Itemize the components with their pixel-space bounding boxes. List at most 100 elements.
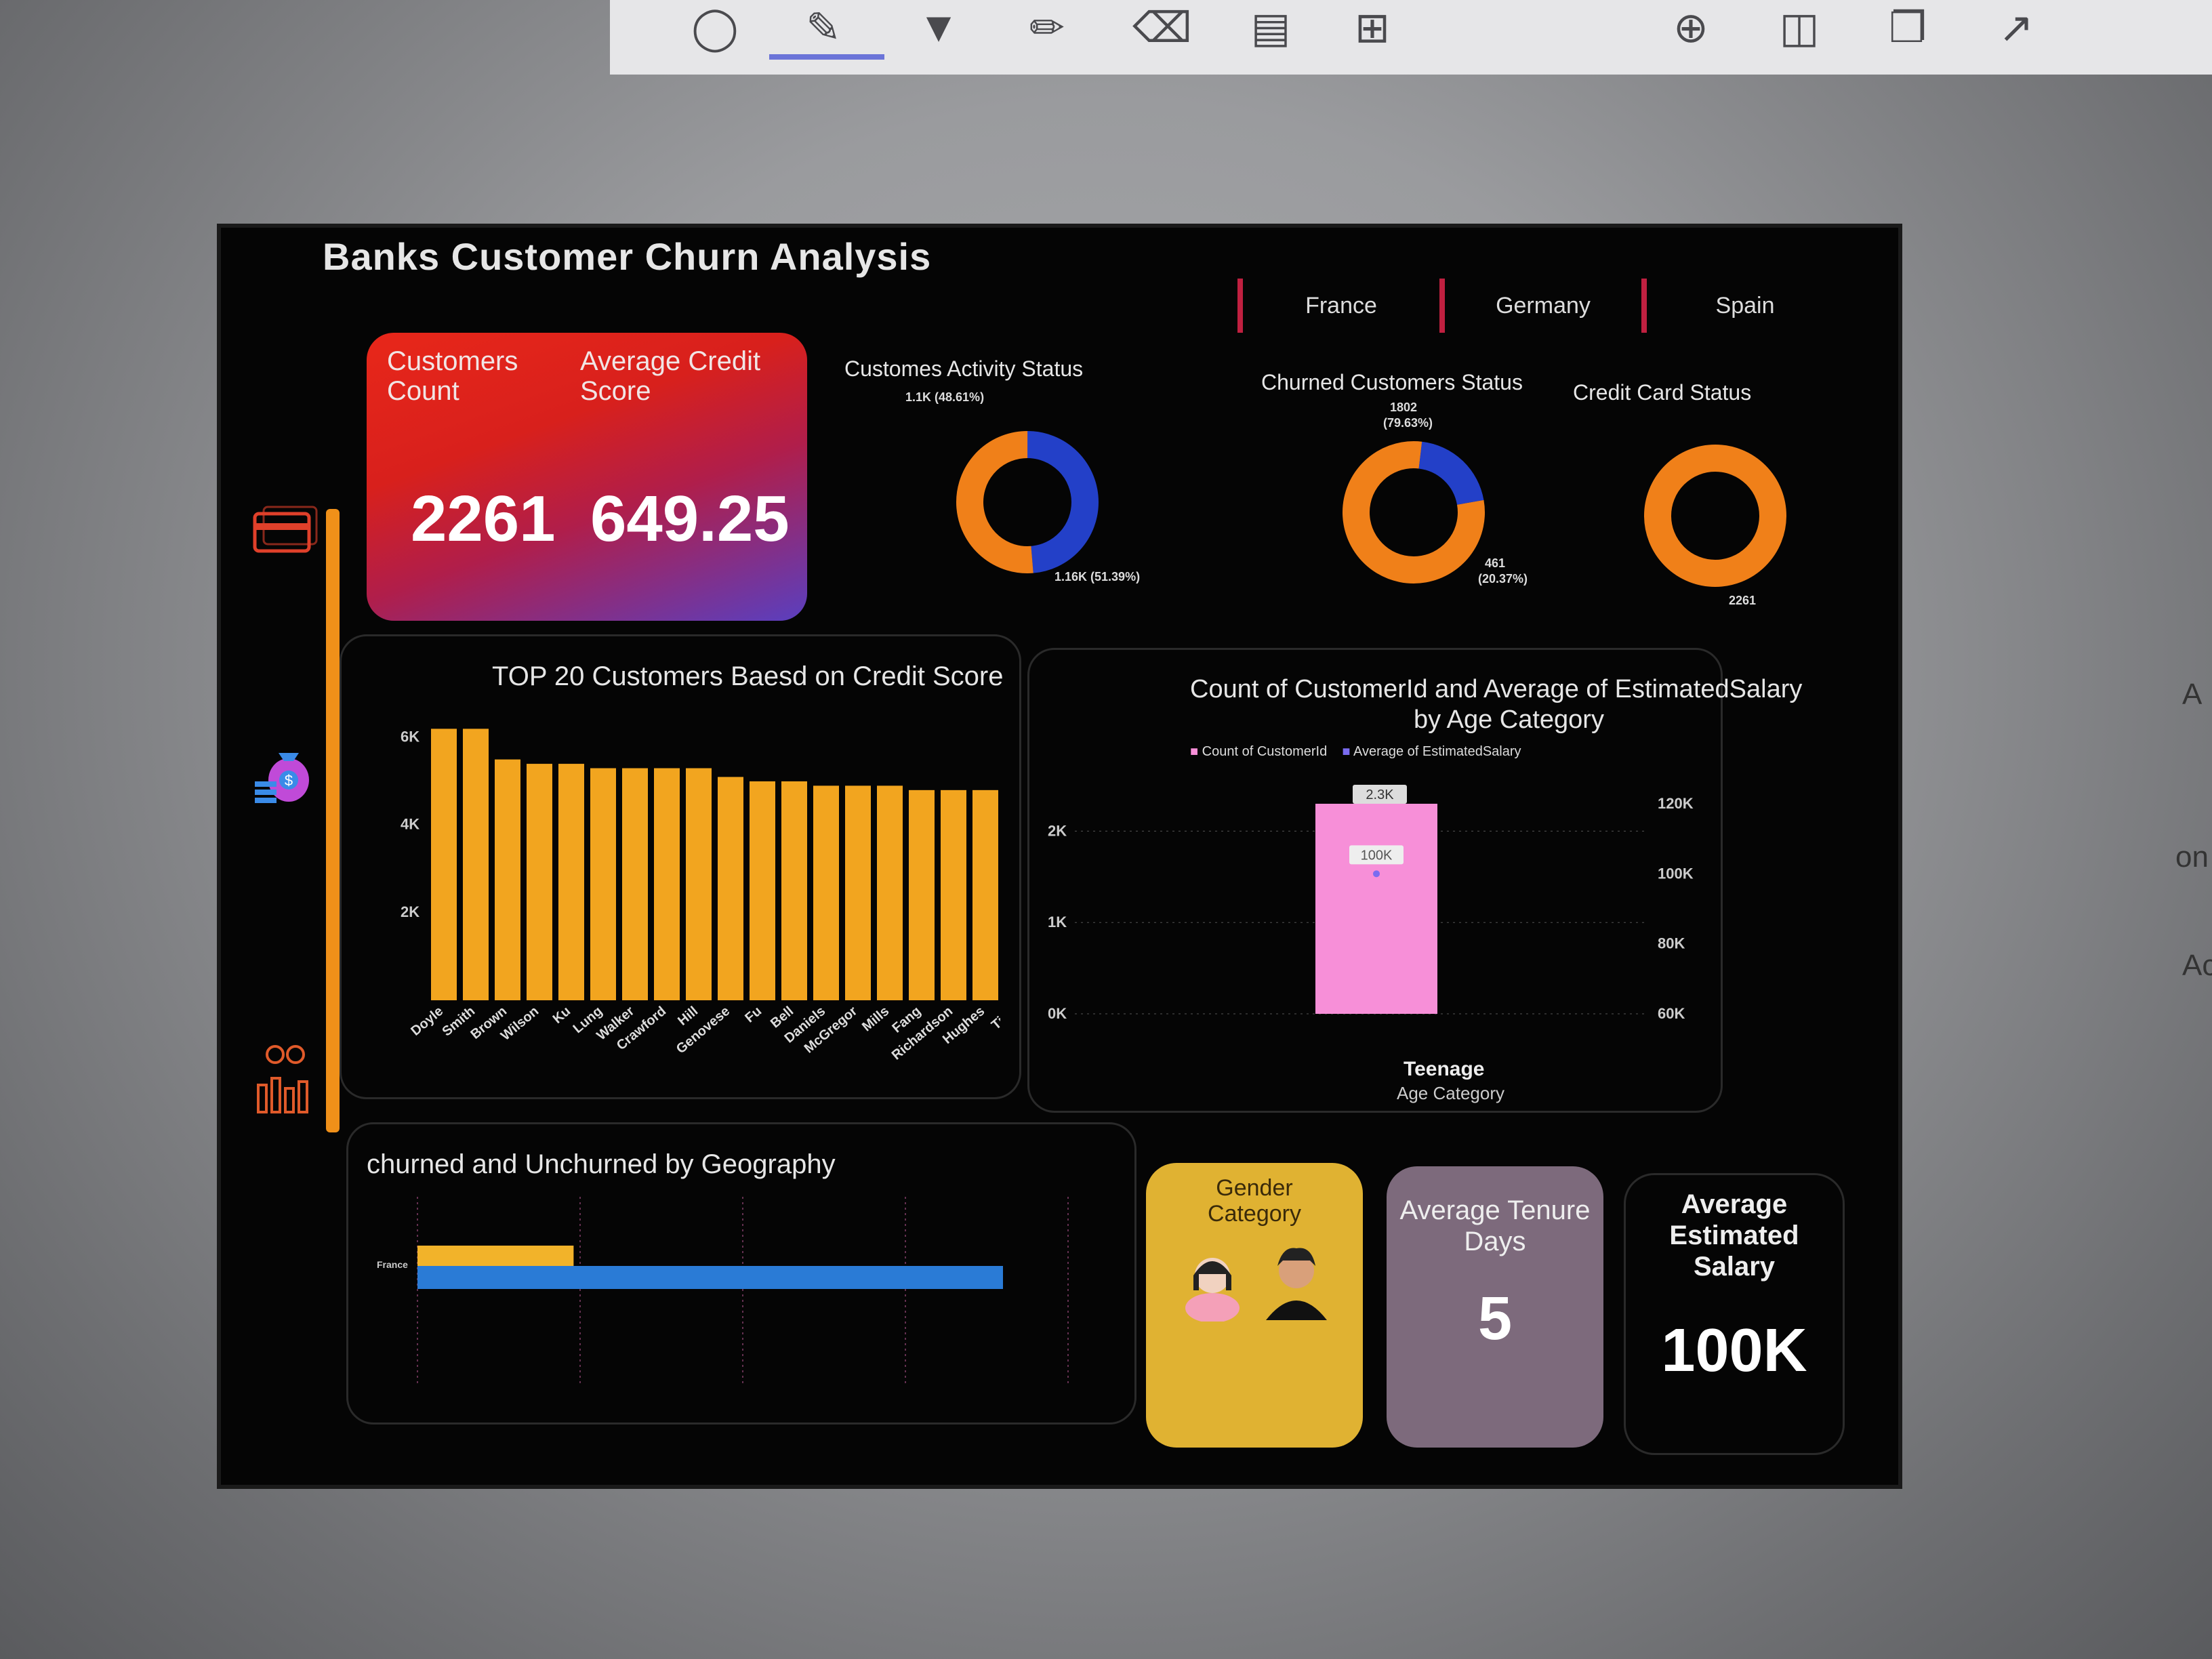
side-page-text-1: A bbox=[2182, 678, 2203, 711]
customers-count-value: 2261 bbox=[411, 483, 556, 555]
viewer-toolbar: ◯ ✎ ▼ ✏ ⌫ ▤ ⊞ ⊕ ◫ ❐ ↗ bbox=[610, 0, 2212, 75]
activity-donut[interactable] bbox=[946, 421, 1109, 583]
age-left-tick: 2K bbox=[1048, 822, 1067, 839]
legend-count-marker: ■ bbox=[1190, 744, 1199, 759]
top20-category-label: Fu bbox=[742, 1004, 764, 1026]
highlighter-icon[interactable]: ✏ bbox=[1017, 0, 1078, 54]
customers-count-label: Customers Count bbox=[387, 346, 518, 406]
top20-bar bbox=[654, 768, 680, 1000]
credit-card-icon[interactable] bbox=[248, 495, 323, 570]
top20-bar bbox=[590, 768, 616, 1000]
copy-icon[interactable]: ❐ bbox=[1877, 0, 1938, 54]
churned-bottom-label-2: (20.37%) bbox=[1478, 572, 1528, 586]
geo-title: churned and Unchurned by Geography bbox=[367, 1149, 836, 1179]
age-chart[interactable]: 0K 1K 2K 60K 80K 100K 120K 2.3K 100K bbox=[1034, 770, 1712, 1054]
geo-bar-churned bbox=[417, 1246, 574, 1266]
top20-bar bbox=[686, 768, 712, 1000]
top20-ytick-label: 4K bbox=[401, 816, 419, 833]
age-legend: ■ Count of CustomerId ■ Average of Estim… bbox=[1190, 744, 1521, 760]
sidebar-accent-bar bbox=[326, 509, 340, 1132]
active-tool-indicator bbox=[769, 54, 884, 60]
age-avg-point bbox=[1373, 870, 1380, 878]
activity-top-label: 1.1K (48.61%) bbox=[905, 390, 985, 404]
top20-chart[interactable]: DoyleSmithBrownWilson KuLungWalkerCrawfor… bbox=[350, 695, 1000, 1075]
analytics-people-icon[interactable] bbox=[248, 1041, 323, 1115]
top20-bar bbox=[972, 790, 998, 1000]
credit-card-donut[interactable] bbox=[1634, 434, 1797, 597]
geo-bar-unchurned bbox=[417, 1266, 1003, 1289]
marker-icon[interactable]: ▼ bbox=[908, 0, 969, 54]
lasso-icon[interactable]: ◯ bbox=[684, 0, 745, 54]
money-bag-icon[interactable]: $ bbox=[248, 733, 323, 807]
age-count-bar bbox=[1315, 804, 1437, 1014]
top20-bar bbox=[622, 768, 648, 1000]
eraser-icon[interactable]: ⌫ bbox=[1132, 0, 1193, 54]
top20-bar bbox=[495, 759, 520, 1000]
top20-bar bbox=[718, 777, 743, 1000]
gender-tile[interactable]: Gender Category bbox=[1146, 1163, 1363, 1448]
churned-top-label-1: 1802 bbox=[1390, 401, 1418, 414]
svg-text:$: $ bbox=[285, 772, 293, 789]
tenure-tile[interactable]: Average Tenure Days 5 bbox=[1387, 1166, 1603, 1448]
slicer-france[interactable]: France bbox=[1237, 279, 1439, 333]
kpi-card: Customers Count Average Credit Score 226… bbox=[367, 333, 807, 621]
churned-title: Churned Customers Status bbox=[1261, 370, 1523, 394]
top20-bar bbox=[877, 785, 903, 1000]
top20-category-label: Doyle bbox=[408, 1004, 446, 1039]
top20-ytick-label: 2K bbox=[401, 903, 419, 920]
gender-title-line2: Category bbox=[1208, 1201, 1301, 1227]
slicer-spain[interactable]: Spain bbox=[1641, 279, 1843, 333]
top20-bar bbox=[750, 781, 775, 1000]
age-right-tick: 60K bbox=[1658, 1005, 1685, 1022]
top20-bar bbox=[558, 764, 584, 1000]
share-icon[interactable]: ↗ bbox=[1986, 0, 2047, 54]
salary-tile[interactable]: Average Estimated Salary 100K bbox=[1624, 1173, 1845, 1455]
legend-avg-marker: ■ bbox=[1342, 744, 1351, 759]
credit-card-value-label: 2261 bbox=[1729, 594, 1757, 607]
side-page-text-2: on bbox=[2175, 840, 2209, 874]
legend-avg-label: Average of EstimatedSalary bbox=[1353, 744, 1521, 759]
salary-title-line1: Average bbox=[1681, 1189, 1788, 1219]
top20-category-label: Ku bbox=[550, 1004, 574, 1027]
dashboard-title: Banks Customer Churn Analysis bbox=[323, 235, 932, 278]
churned-donut[interactable] bbox=[1332, 431, 1495, 594]
top20-category-label: Tien bbox=[989, 1004, 1000, 1033]
slicer-germany[interactable]: Germany bbox=[1439, 279, 1641, 333]
female-icon bbox=[1185, 1258, 1240, 1323]
top20-bar bbox=[527, 764, 552, 1000]
country-slicer: France Germany Spain bbox=[1237, 279, 1843, 333]
save-icon[interactable]: ◫ bbox=[1769, 0, 1830, 54]
age-title-line1: Count of CustomerId and Average of Estim… bbox=[1190, 675, 1803, 703]
top20-bar bbox=[909, 790, 935, 1000]
age-bar-label: 2.3K bbox=[1366, 787, 1394, 802]
churned-bottom-label-1: 461 bbox=[1485, 556, 1506, 570]
top20-bar bbox=[813, 785, 839, 1000]
top20-title: TOP 20 Customers Baesd on Credit Score bbox=[492, 661, 1004, 691]
credit-card-slice-0 bbox=[1644, 445, 1786, 587]
top20-bar bbox=[781, 781, 807, 1000]
top20-bar bbox=[431, 729, 457, 1000]
top20-bar bbox=[845, 785, 871, 1000]
tenure-title-line1: Average Tenure bbox=[1399, 1195, 1591, 1225]
gender-title-line1: Gender bbox=[1216, 1175, 1293, 1201]
geo-chart[interactable]: France bbox=[356, 1190, 1122, 1407]
age-right-tick: 100K bbox=[1658, 865, 1694, 882]
churned-top-label-2: (79.63%) bbox=[1383, 416, 1433, 430]
zoom-in-icon[interactable]: ⊕ bbox=[1660, 0, 1721, 54]
salary-value: 100K bbox=[1661, 1317, 1807, 1385]
top20-ytick-label: 6K bbox=[401, 728, 419, 745]
tenure-title-line2: Days bbox=[1464, 1227, 1526, 1256]
ruler-icon[interactable]: ▤ bbox=[1240, 0, 1301, 54]
top20-category-label: Mills bbox=[859, 1004, 892, 1034]
geo-row-label: France bbox=[377, 1259, 408, 1270]
crop-icon[interactable]: ⊞ bbox=[1342, 0, 1403, 54]
male-icon bbox=[1266, 1248, 1328, 1320]
activity-bottom-label: 1.16K (51.39%) bbox=[1054, 570, 1141, 583]
top20-bar bbox=[463, 729, 489, 1000]
avg-credit-label: Average Credit Score bbox=[580, 346, 761, 406]
salary-title-line3: Salary bbox=[1693, 1252, 1776, 1282]
age-left-tick: 1K bbox=[1048, 914, 1067, 930]
pen-icon[interactable]: ✎ bbox=[793, 0, 854, 54]
credit-card-title: Credit Card Status bbox=[1573, 380, 1752, 405]
activity-title: Customes Activity Status bbox=[844, 356, 1084, 381]
